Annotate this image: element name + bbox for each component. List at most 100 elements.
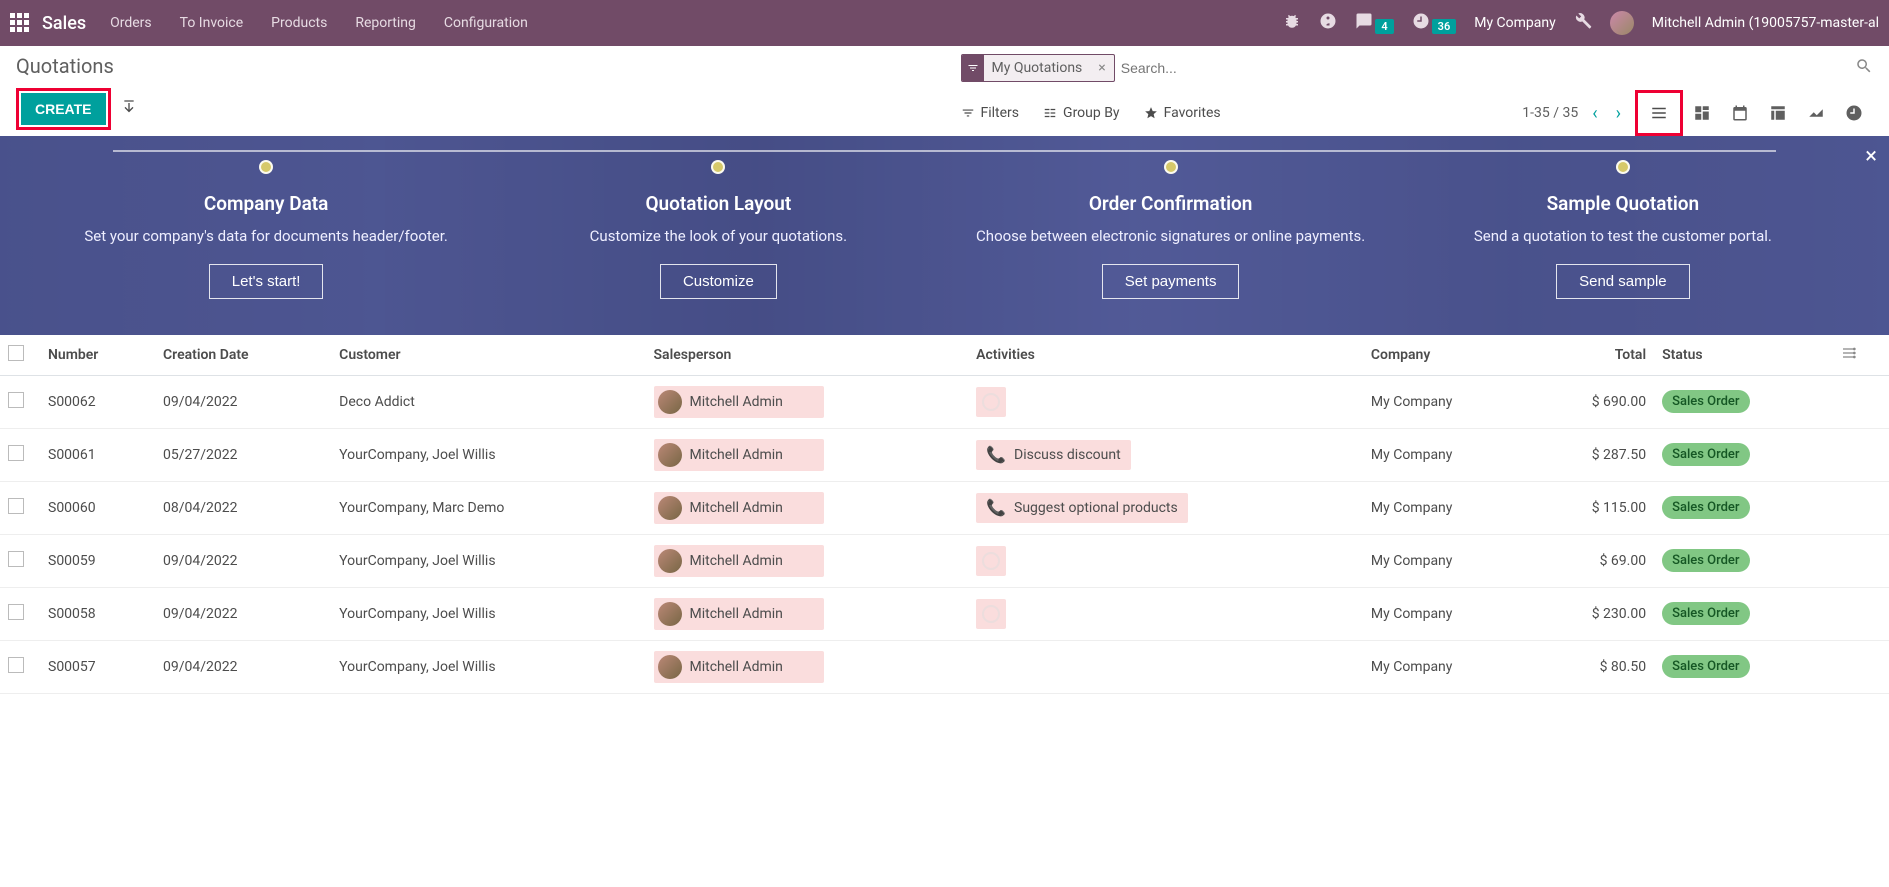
salesperson-cell[interactable]: Mitchell Admin [654,386,824,418]
pager-prev-icon[interactable]: ‹ [1588,103,1601,124]
salesperson-name: Mitchell Admin [690,447,783,463]
activity-text: Suggest optional products [1014,500,1178,516]
row-checkbox[interactable] [8,551,24,567]
table-row[interactable]: S00060 08/04/2022 YourCompany, Marc Demo… [0,481,1889,534]
pager-group: 1-35 / 35 ‹ › [1522,90,1873,136]
salesperson-name: Mitchell Admin [690,500,783,516]
select-all-checkbox[interactable] [8,345,24,361]
step-desc: Send a quotation to test the customer po… [1407,225,1839,248]
activity-text: Discuss discount [1014,447,1121,463]
col-salesperson[interactable]: Salesperson [646,335,969,376]
facet-close-icon[interactable]: × [1090,60,1113,76]
onboarding-step-sample: Sample Quotation Send a quotation to tes… [1397,160,1849,299]
salesperson-cell[interactable]: Mitchell Admin [654,651,824,683]
user-name[interactable]: Mitchell Admin (19005757-master-al [1652,15,1879,31]
company-selector[interactable]: My Company [1474,15,1556,31]
customize-button[interactable]: Customize [660,264,777,299]
filter-icon [962,55,984,81]
bug-icon[interactable] [1283,12,1301,34]
nav-to-invoice[interactable]: To Invoice [180,15,244,31]
search-input[interactable] [1121,56,1855,80]
facet-label: My Quotations [984,60,1091,76]
row-checkbox[interactable] [8,498,24,514]
cell-number: S00057 [40,640,155,693]
col-customer[interactable]: Customer [331,335,645,376]
breadcrumb: Quotations [16,54,945,78]
activity-cell[interactable] [976,387,1006,417]
col-activities[interactable]: Activities [968,335,1363,376]
view-pivot-icon[interactable] [1759,95,1797,131]
cell-number: S00061 [40,428,155,481]
nav-products[interactable]: Products [271,15,327,31]
view-calendar-icon[interactable] [1721,95,1759,131]
cell-date: 09/04/2022 [155,587,331,640]
favorites-button[interactable]: Favorites [1144,105,1221,121]
avatar [658,602,682,626]
cell-customer: Deco Addict [331,375,645,428]
cell-number: S00058 [40,587,155,640]
activities-icon[interactable]: 36 [1412,12,1457,34]
search-facet: My Quotations × [961,54,1115,82]
download-icon[interactable] [121,99,137,119]
step-dot-icon [1164,160,1178,174]
table-row[interactable]: S00057 09/04/2022 YourCompany, Joel Will… [0,640,1889,693]
group-by-button[interactable]: Group By [1043,105,1120,121]
view-graph-icon[interactable] [1797,95,1835,131]
row-checkbox[interactable] [8,445,24,461]
pager-text[interactable]: 1-35 / 35 [1522,105,1578,121]
col-company[interactable]: Company [1363,335,1532,376]
clock-icon [982,393,1000,411]
col-number[interactable]: Number [40,335,155,376]
user-avatar[interactable] [1610,11,1634,35]
activity-cell[interactable]: 📞Suggest optional products [976,493,1188,523]
col-status[interactable]: Status [1654,335,1833,376]
close-icon[interactable]: × [1865,144,1877,169]
activity-cell[interactable] [976,599,1006,629]
optional-columns-icon[interactable] [1833,335,1889,376]
salesperson-cell[interactable]: Mitchell Admin [654,492,824,524]
messages-badge: 4 [1375,19,1393,34]
view-kanban-icon[interactable] [1683,95,1721,131]
status-badge: Sales Order [1662,390,1749,413]
table-row[interactable]: S00062 09/04/2022 Deco Addict Mitchell A… [0,375,1889,428]
filters-label: Filters [981,105,1020,121]
salesperson-cell[interactable]: Mitchell Admin [654,598,824,630]
step-desc: Choose between electronic signatures or … [955,225,1387,248]
row-checkbox[interactable] [8,392,24,408]
table-row[interactable]: S00059 09/04/2022 YourCompany, Joel Will… [0,534,1889,587]
nav-orders[interactable]: Orders [110,15,152,31]
view-list-icon[interactable] [1640,95,1678,131]
activity-cell[interactable]: 📞Discuss discount [976,440,1131,470]
pager-next-icon[interactable]: › [1612,103,1625,124]
tools-icon[interactable] [1574,12,1592,34]
col-total[interactable]: Total [1532,335,1654,376]
col-creation-date[interactable]: Creation Date [155,335,331,376]
search-icon[interactable] [1855,57,1873,80]
avatar [658,496,682,520]
create-button[interactable]: CREATE [21,93,106,125]
salesperson-name: Mitchell Admin [690,394,783,410]
avatar [658,549,682,573]
table-row[interactable]: S00058 09/04/2022 YourCompany, Joel Will… [0,587,1889,640]
nav-configuration[interactable]: Configuration [444,15,528,31]
row-checkbox[interactable] [8,657,24,673]
filters-button[interactable]: Filters [961,105,1020,121]
app-brand[interactable]: Sales [42,13,86,34]
set-payments-button[interactable]: Set payments [1102,264,1240,299]
table-row[interactable]: S00061 05/27/2022 YourCompany, Joel Will… [0,428,1889,481]
cell-date: 05/27/2022 [155,428,331,481]
messages-icon[interactable]: 4 [1355,12,1393,34]
cell-customer: YourCompany, Joel Willis [331,428,645,481]
view-activity-icon[interactable] [1835,95,1873,131]
row-checkbox[interactable] [8,604,24,620]
clock-icon [982,552,1000,570]
salesperson-cell[interactable]: Mitchell Admin [654,545,824,577]
nav-reporting[interactable]: Reporting [355,15,416,31]
activity-cell[interactable] [976,546,1006,576]
lets-start-button[interactable]: Let's start! [209,264,324,299]
salesperson-cell[interactable]: Mitchell Admin [654,439,824,471]
apps-icon[interactable] [10,13,30,33]
send-sample-button[interactable]: Send sample [1556,264,1690,299]
support-icon[interactable] [1319,12,1337,34]
onboarding-step-company: Company Data Set your company's data for… [40,160,492,299]
